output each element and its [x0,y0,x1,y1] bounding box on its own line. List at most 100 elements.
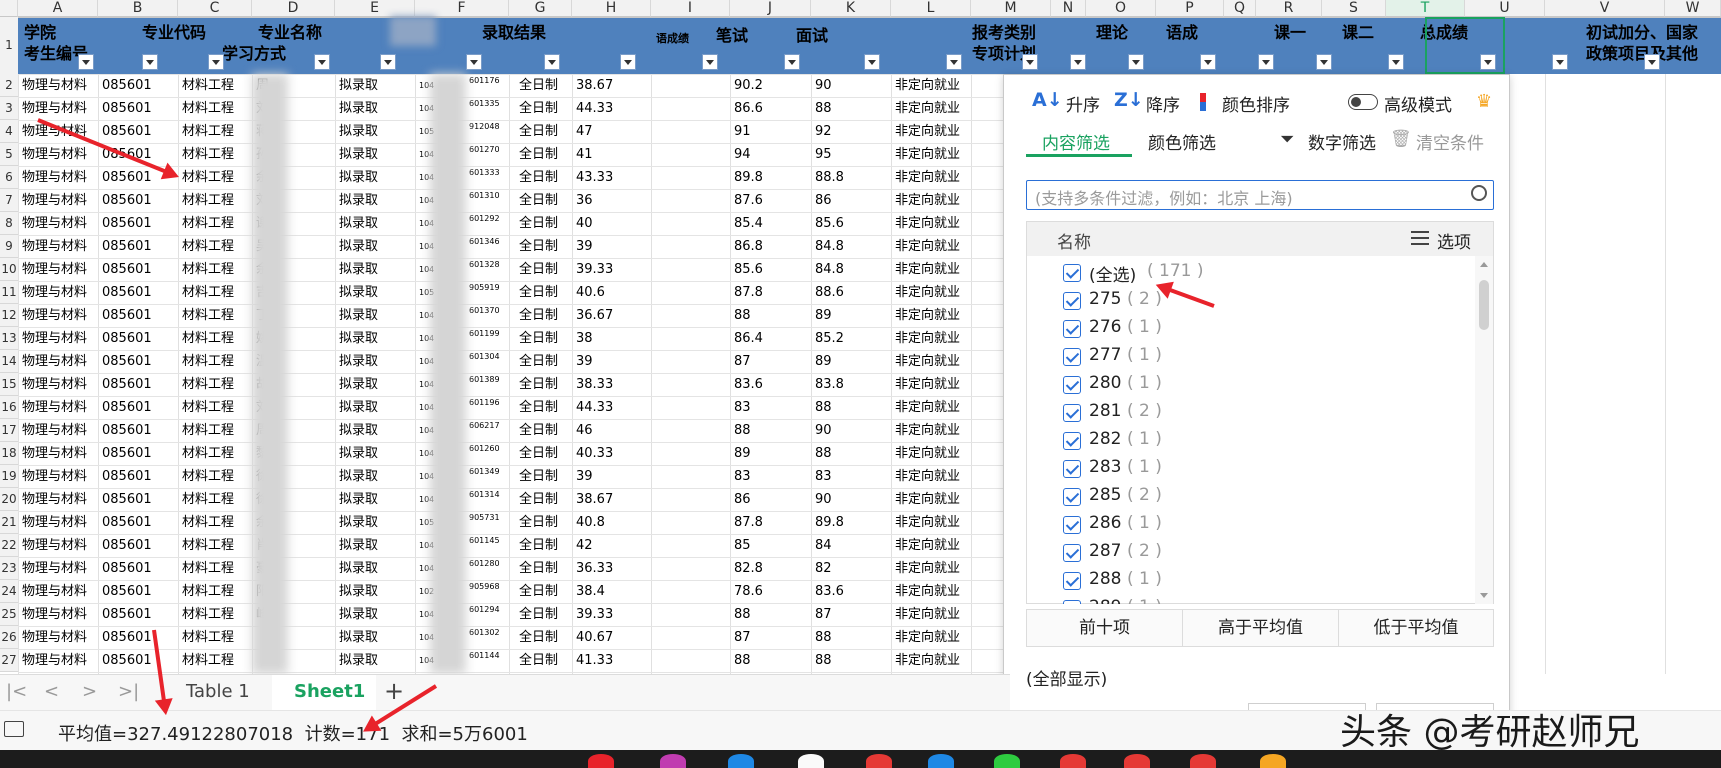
cell-b[interactable]: 085601 [98,258,152,281]
column-header-a[interactable]: A [18,0,98,17]
row-number[interactable]: 25 [0,603,18,626]
cell-l[interactable]: 非定向就业 [891,488,960,511]
cell-e[interactable]: 拟录取 [335,603,378,626]
cell-g[interactable]: 全日制 [515,465,558,488]
cell-h[interactable]: 44.33 [572,97,613,120]
column-filter-button[interactable] [78,54,94,70]
cell-h[interactable]: 36.33 [572,557,613,580]
cell-j[interactable]: 83 [730,396,751,419]
row-number[interactable]: 21 [0,511,18,534]
cell-a[interactable]: 物理与材料 [18,442,87,465]
column-filter-button[interactable] [466,54,482,70]
column-filter-button[interactable] [380,54,396,70]
filter-value-item[interactable]: 287( 2 ) [1027,540,1467,566]
cell-e[interactable]: 拟录取 [335,327,378,350]
cell-c[interactable]: 材料工程 [178,442,234,465]
filter-value-item[interactable]: 280( 1 ) [1027,372,1467,398]
cell-b[interactable]: 085601 [98,534,152,557]
column-filter-button[interactable] [208,54,224,70]
column-header-f[interactable]: F [415,0,509,17]
cell-e[interactable]: 拟录取 [335,465,378,488]
cell-g[interactable]: 全日制 [515,373,558,396]
cell-c[interactable]: 材料工程 [178,580,234,603]
cell-k[interactable]: 90 [811,488,832,511]
filter-value-item[interactable]: 289 ( 1 ) [1027,596,1467,604]
column-filter-button[interactable] [1258,54,1274,70]
cell-a[interactable]: 物理与材料 [18,97,87,120]
cell-e[interactable]: 拟录取 [335,580,378,603]
column-header-g[interactable]: G [509,0,572,17]
row-number[interactable]: 9 [0,235,18,258]
column-header-q[interactable]: Q [1224,0,1256,17]
cell-k[interactable]: 89 [811,350,832,373]
cell-g[interactable]: 全日制 [515,603,558,626]
cell-e[interactable]: 拟录取 [335,488,378,511]
cell-b[interactable]: 085601 [98,511,152,534]
cell-b[interactable]: 085601 [98,396,152,419]
cell-e[interactable]: 拟录取 [335,74,378,97]
cell-a[interactable]: 物理与材料 [18,488,87,511]
filter-value-item[interactable]: 282( 1 ) [1027,428,1467,454]
cell-a[interactable]: 物理与材料 [18,580,87,603]
row-number[interactable]: 14 [0,350,18,373]
cell-j[interactable]: 83.6 [730,373,763,396]
show-all-label[interactable]: (全部显示) [1026,665,1107,690]
cell-j[interactable]: 88 [730,649,751,672]
cell-k[interactable]: 88 [811,626,832,649]
cell-l[interactable]: 非定向就业 [891,649,960,672]
cell-l[interactable]: 非定向就业 [891,534,960,557]
cell-k[interactable]: 88 [811,97,832,120]
filter-value-item[interactable]: (全选) ( 171 ) [1027,260,1467,286]
cell-b[interactable]: 085601 [98,189,152,212]
taskbar-app-icon[interactable] [1260,754,1286,768]
cell-h[interactable]: 40.8 [572,511,605,534]
column-header-d[interactable]: D [252,0,335,17]
taskbar-app-icon[interactable] [994,754,1020,768]
column-filter-button[interactable] [1316,54,1332,70]
cell-h[interactable]: 46 [572,419,593,442]
cell-b[interactable]: 085601 [98,419,152,442]
cell-j[interactable]: 86.4 [730,327,763,350]
cell-a[interactable]: 物理与材料 [18,626,87,649]
cell-a[interactable]: 物理与材料 [18,189,87,212]
cell-c[interactable]: 材料工程 [178,465,234,488]
cell-k[interactable]: 88 [811,442,832,465]
cell-k[interactable]: 84 [811,534,832,557]
cell-h[interactable]: 36 [572,189,593,212]
cell-g[interactable]: 全日制 [515,212,558,235]
cell-j[interactable]: 86 [730,488,751,511]
row-number[interactable]: 11 [0,281,18,304]
cell-k[interactable]: 84.8 [811,235,844,258]
row-number[interactable]: 3 [0,97,18,120]
cell-k[interactable]: 85.2 [811,327,844,350]
cell-j[interactable]: 85.4 [730,212,763,235]
cell-l[interactable]: 非定向就业 [891,304,960,327]
cell-c[interactable]: 材料工程 [178,281,234,304]
cell-e[interactable]: 拟录取 [335,373,378,396]
row-number[interactable]: 13 [0,327,18,350]
column-filter-button[interactable] [702,54,718,70]
cell-h[interactable]: 41 [572,143,593,166]
filter-value-item[interactable]: 276( 1 ) [1027,316,1467,342]
cell-g[interactable]: 全日制 [515,120,558,143]
tab-table1[interactable]: Table 1 [186,681,250,702]
cell-l[interactable]: 非定向就业 [891,166,960,189]
add-sheet-button[interactable]: + [384,677,404,705]
cell-h[interactable]: 43.33 [572,166,613,189]
cell-c[interactable]: 材料工程 [178,534,234,557]
cell-a[interactable]: 物理与材料 [18,212,87,235]
cell-a[interactable]: 物理与材料 [18,258,87,281]
scroll-up-icon[interactable] [1480,262,1488,267]
column-header-h[interactable]: H [572,0,651,17]
cell-c[interactable]: 材料工程 [178,557,234,580]
cell-a[interactable]: 物理与材料 [18,235,87,258]
cell-b[interactable]: 085601 [98,74,152,97]
column-filter-button[interactable] [1388,54,1404,70]
cell-k[interactable]: 82 [811,557,832,580]
cell-k[interactable]: 88.8 [811,166,844,189]
cell-j[interactable]: 88 [730,603,751,626]
cell-l[interactable]: 非定向就业 [891,258,960,281]
cell-j[interactable]: 83 [730,465,751,488]
cell-e[interactable]: 拟录取 [335,166,378,189]
row-number[interactable]: 7 [0,189,18,212]
